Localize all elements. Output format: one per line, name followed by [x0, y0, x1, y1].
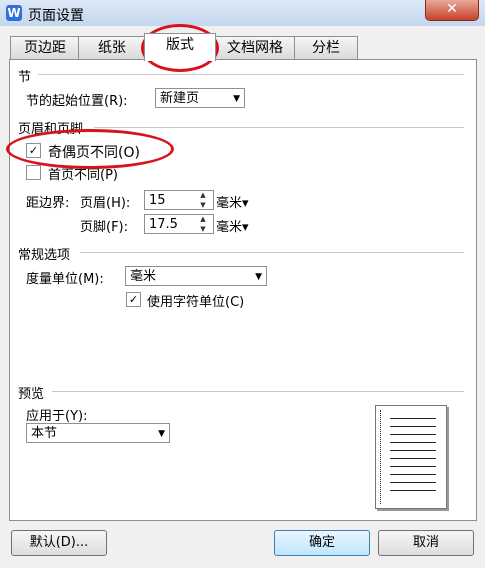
preview-text-line — [390, 434, 436, 435]
apply-to-label: 应用于(Y): — [26, 409, 88, 424]
apply-to-value: 本节 — [31, 426, 58, 441]
preview-text-line — [390, 474, 436, 475]
preview-text-line — [390, 442, 436, 443]
footer-distance-spinner[interactable]: ▲ ▼ — [196, 214, 210, 234]
unit-dropdown-icon[interactable]: ▾ — [242, 220, 249, 235]
section-group-label: 节 — [18, 70, 32, 85]
divider — [52, 391, 464, 392]
cancel-button[interactable]: 取消 — [378, 530, 474, 556]
unit-dropdown-icon[interactable]: ▾ — [242, 196, 249, 211]
window-title: 页面设置 — [28, 8, 84, 24]
footer-distance-label: 页脚(F): — [80, 220, 129, 235]
section-start-label: 节的起始位置(R): — [26, 94, 128, 109]
close-button[interactable]: ✕ — [425, 0, 479, 21]
header-footer-group-label: 页眉和页脚 — [18, 122, 84, 137]
spin-down-icon[interactable]: ▼ — [196, 224, 210, 234]
divider — [80, 252, 464, 253]
preview-text-line — [390, 482, 436, 483]
apply-to-select[interactable]: 本节 ▼ — [26, 423, 170, 443]
distance-label: 距边界: — [26, 196, 70, 211]
footer-unit[interactable]: 毫米▾ — [216, 216, 249, 235]
tab-paper[interactable]: 纸张 — [78, 36, 146, 59]
preview-text-line — [390, 418, 436, 419]
tab-layout[interactable]: 版式 — [144, 33, 216, 61]
preview-text-line — [390, 450, 436, 451]
spin-up-icon[interactable]: ▲ — [196, 190, 210, 200]
first-page-label[interactable]: 首页不同(P) — [48, 164, 118, 183]
preview-text-line — [390, 466, 436, 467]
preview-group-label: 预览 — [18, 387, 45, 402]
tab-document-grid[interactable]: 文档网格 — [214, 36, 296, 59]
measure-unit-label: 度量单位(M): — [26, 272, 104, 287]
tab-margins[interactable]: 页边距 — [10, 36, 80, 59]
odd-even-label[interactable]: 奇偶页不同(O) — [48, 142, 140, 162]
ok-button[interactable]: 确定 — [274, 530, 370, 556]
header-unit[interactable]: 毫米▾ — [216, 192, 249, 211]
title-bar[interactable]: W 页面设置 ✕ — [0, 0, 485, 26]
section-start-select[interactable]: 新建页 ▼ — [155, 88, 245, 108]
app-icon: W — [6, 5, 22, 21]
preview-margin-dashes — [380, 410, 381, 504]
preview-text-line — [390, 458, 436, 459]
chevron-down-icon: ▼ — [158, 429, 165, 439]
tab-columns[interactable]: 分栏 — [294, 36, 358, 59]
preview-text-line — [390, 490, 436, 491]
section-start-value: 新建页 — [160, 91, 200, 106]
general-options-group-label: 常规选项 — [18, 248, 71, 263]
header-distance-label: 页眉(H): — [80, 196, 131, 211]
first-page-checkbox[interactable] — [26, 165, 41, 180]
char-units-label[interactable]: 使用字符单位(C) — [147, 291, 244, 310]
divider — [94, 127, 464, 128]
spin-down-icon[interactable]: ▼ — [196, 200, 210, 210]
preview-text-line — [390, 426, 436, 427]
odd-even-checkbox[interactable]: ✓ — [26, 143, 41, 158]
chevron-down-icon: ▼ — [233, 94, 240, 104]
default-button[interactable]: 默认(D)... — [11, 530, 107, 556]
measure-unit-select[interactable]: 毫米 ▼ — [125, 266, 267, 286]
page-preview — [375, 405, 447, 509]
divider — [38, 74, 464, 75]
spin-up-icon[interactable]: ▲ — [196, 214, 210, 224]
header-distance-spinner[interactable]: ▲ ▼ — [196, 190, 210, 210]
char-units-checkbox[interactable]: ✓ — [126, 292, 141, 307]
chevron-down-icon: ▼ — [255, 272, 262, 282]
measure-unit-value: 毫米 — [130, 269, 157, 284]
